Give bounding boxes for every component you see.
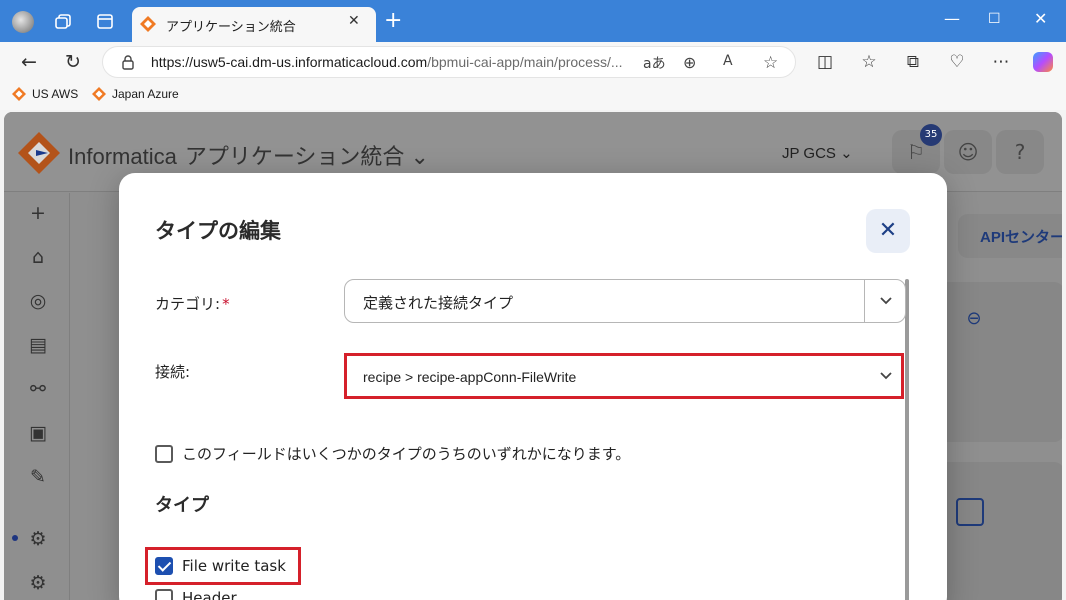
category-select[interactable]: 定義された接続タイプ [344, 279, 906, 323]
informatica-logo-icon [12, 87, 26, 101]
select-divider [864, 280, 865, 322]
active-indicator [12, 535, 18, 541]
maximize-button[interactable]: ☐ [988, 10, 1001, 28]
explore-icon[interactable]: ◎ [26, 289, 50, 313]
immersive-reader-icon[interactable]: A [723, 53, 733, 69]
api-center-label: APIセンター [980, 229, 1062, 246]
home-icon[interactable]: ⌂ [26, 245, 50, 269]
zoom-out-icon[interactable]: ⊖ [962, 308, 986, 332]
bookmark-label: US AWS [32, 87, 79, 101]
favorites-icon[interactable]: ☆ [859, 52, 879, 72]
type-option-header[interactable]: Header [155, 589, 237, 600]
api-center-tab[interactable]: APIセンター [958, 214, 1062, 258]
url-text[interactable]: https://usw5-cai.dm-us.informaticacloud.… [151, 54, 623, 70]
window-close-button[interactable]: ✕ [1034, 10, 1047, 28]
layout-icon[interactable] [956, 498, 984, 526]
edit-type-dialog: タイプの編集 ✕ カテゴリ: * 定義された接続タイプ 接続: recipe > … [119, 173, 947, 600]
favorite-star-icon[interactable]: ☆ [763, 53, 778, 73]
workspaces-icon[interactable] [54, 13, 72, 30]
more-menu-icon[interactable]: ⋯ [991, 52, 1011, 72]
service-name: アプリケーション統合 [184, 144, 405, 169]
bookmark-us-aws[interactable]: US AWS [12, 87, 78, 101]
notification-badge: 35 [920, 124, 942, 146]
help-button[interactable]: ? [996, 130, 1044, 174]
assets-icon[interactable]: ▤ [26, 333, 50, 357]
file-write-task-label: File write task [182, 557, 286, 575]
flag-icon: ⚐ [907, 140, 925, 164]
browser-essentials-icon[interactable]: ♡ [947, 52, 967, 72]
address-bar-row: ← ↻ https://usw5-cai.dm-us.informaticacl… [0, 42, 1066, 82]
split-screen-icon[interactable]: ◫ [815, 52, 835, 72]
add-icon[interactable]: + [26, 201, 50, 225]
chevron-down-icon[interactable] [879, 294, 893, 308]
connection-label: 接続: [155, 363, 191, 381]
one-of-types-checkbox[interactable] [155, 444, 173, 463]
chevron-down-icon: ⌄ [410, 144, 429, 169]
minimize-button[interactable]: — [944, 10, 960, 28]
profile-avatar[interactable] [12, 11, 34, 33]
informatica-logo-icon [92, 87, 106, 101]
user-profile-button[interactable]: ☺ [944, 130, 992, 174]
bookmark-japan-azure[interactable]: Japan Azure [92, 87, 179, 101]
category-value: 定義された接続タイプ [363, 294, 514, 312]
gears-icon[interactable]: ⚙ [26, 527, 50, 551]
header-checkbox[interactable] [155, 589, 173, 600]
connection-value: recipe > recipe-appConn-FileWrite [363, 369, 577, 385]
dialog-title: タイプの編集 [155, 219, 281, 243]
help-icon: ? [1014, 140, 1026, 164]
browser-tab-active[interactable]: アプリケーション統合 ✕ [132, 7, 376, 42]
graph-icon[interactable]: ⚯ [26, 377, 50, 401]
read-aloud-icon[interactable]: aあ [643, 53, 666, 73]
new-tab-button[interactable]: + [384, 10, 402, 32]
bookmarks-bar: US AWS Japan Azure [0, 82, 1066, 110]
bookmark-label: Japan Azure [112, 87, 179, 101]
types-section-title: タイプ [155, 495, 209, 516]
browser-titlebar: アプリケーション統合 ✕ + — ☐ ✕ [0, 0, 1066, 42]
connection-select[interactable]: recipe > recipe-appConn-FileWrite [344, 353, 904, 399]
tab-actions-icon[interactable] [96, 13, 114, 30]
tab-close-icon[interactable]: ✕ [348, 13, 360, 29]
app-brand[interactable]: Informatica アプリケーション統合 ⌄ [68, 139, 429, 171]
copilot-icon[interactable] [1033, 52, 1053, 72]
settings-tools-icon[interactable]: ⚙ [26, 571, 50, 595]
category-label: カテゴリ: * [155, 293, 230, 314]
app-sidebar: + ⌂ ◎ ▤ ⚯ ▣ ✎ ⚙ ⚙ [4, 193, 70, 600]
org-name: JP GCS [782, 145, 836, 162]
lock-icon[interactable] [121, 54, 135, 70]
address-bar[interactable]: https://usw5-cai.dm-us.informaticacloud.… [102, 46, 796, 78]
one-of-types-option[interactable]: このフィールドはいくつかのタイプのうちのいずれかになります。 [155, 443, 630, 464]
type-option-file-write-task[interactable]: File write task [155, 557, 286, 575]
file-write-task-checkbox[interactable] [155, 557, 173, 575]
org-switcher[interactable]: JP GCS ⌄ [782, 144, 853, 162]
user-icon: ☺ [957, 140, 979, 164]
one-of-types-label: このフィールドはいくつかのタイプのうちのいずれかになります。 [182, 445, 631, 463]
zoom-icon[interactable]: ⊕ [683, 53, 696, 72]
url-path: /bpmui-cai-app/main/process/... [427, 54, 623, 70]
informatica-logo-icon [18, 132, 60, 174]
informatica-logo-icon [140, 16, 156, 32]
tab-title: アプリケーション統合 [166, 20, 296, 35]
header-label: Header [182, 589, 237, 600]
category-label-text: カテゴリ: [155, 295, 221, 313]
library-icon[interactable]: ▣ [26, 421, 50, 445]
refresh-icon[interactable]: ↻ [62, 51, 84, 73]
back-icon[interactable]: ← [18, 51, 40, 73]
chevron-down-icon[interactable] [879, 369, 893, 383]
dialog-close-button[interactable]: ✕ [866, 209, 910, 253]
url-host: https://usw5-cai.dm-us.informaticacloud.… [151, 54, 428, 70]
dialog-scrollbar[interactable] [905, 279, 909, 600]
collections-icon[interactable]: ⧉ [903, 52, 923, 72]
side-panel-card [934, 282, 1062, 442]
brand-name: Informatica [68, 144, 177, 169]
required-marker: * [222, 295, 230, 313]
wrench-icon[interactable]: ✎ [26, 465, 50, 489]
side-panel-card [934, 462, 1062, 600]
